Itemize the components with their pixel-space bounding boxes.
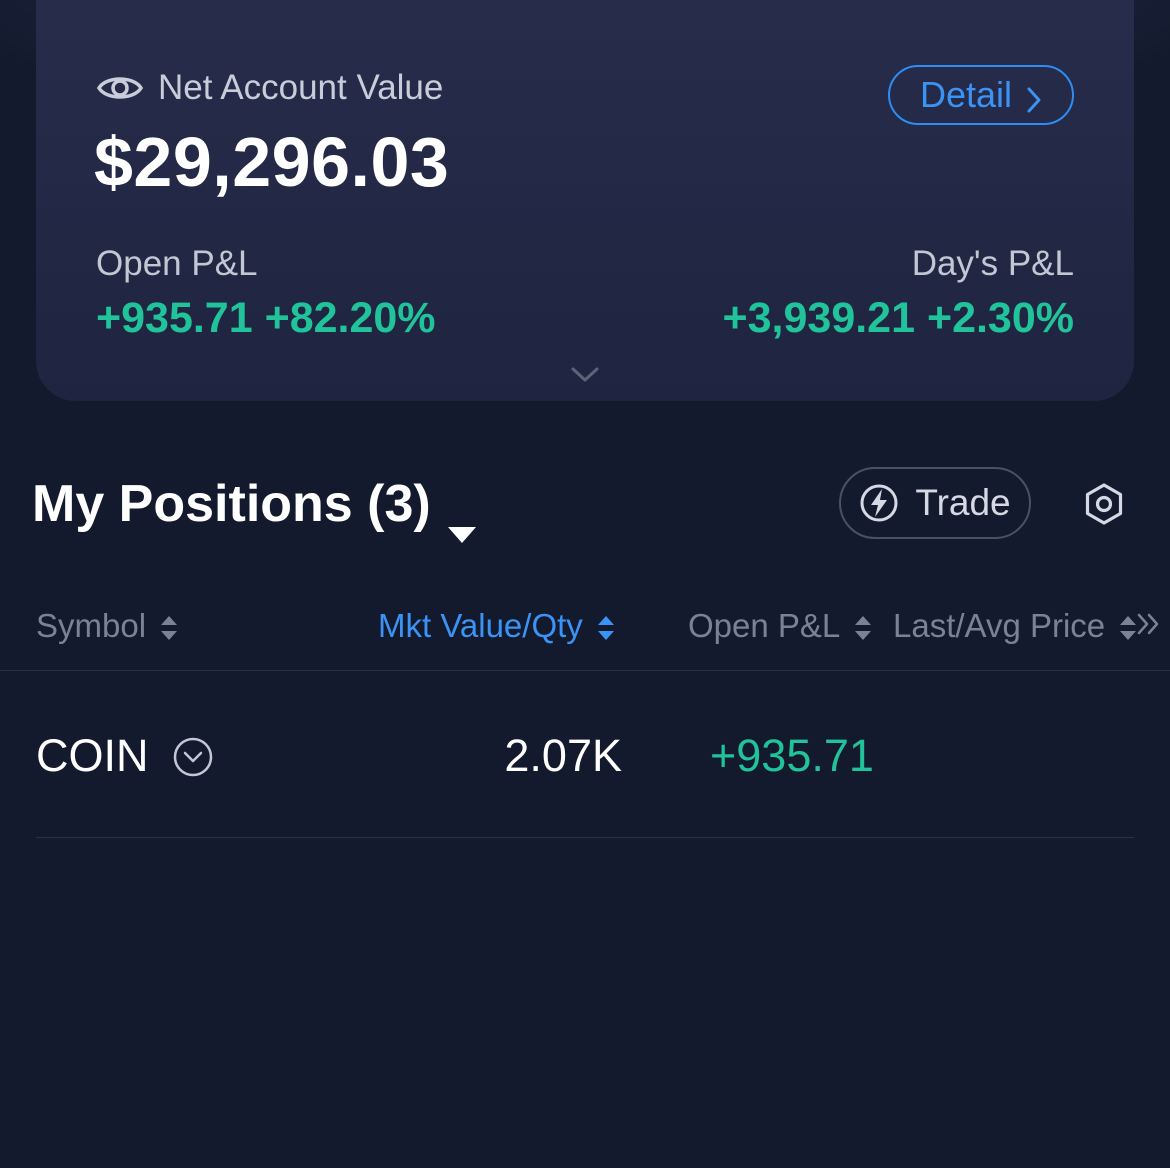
row-mkt-value: 2.07K (504, 730, 622, 781)
column-header-last-avg-price[interactable]: Last/Avg Price (893, 604, 1137, 648)
net-account-value: $29,296.03 (94, 123, 450, 201)
sort-icon (1119, 612, 1137, 640)
row-symbol: COIN (36, 730, 149, 781)
trade-button[interactable]: Trade (839, 467, 1031, 539)
sort-icon (597, 612, 615, 640)
bolt-icon (859, 483, 899, 523)
circle-chevron-down-icon[interactable] (173, 736, 213, 777)
sort-icon (160, 612, 178, 640)
chevron-down-icon[interactable] (570, 366, 600, 384)
column-header-label: Mkt Value/Qty (378, 607, 583, 644)
header-divider (0, 670, 1170, 671)
detail-button-label: Detail (919, 74, 1013, 115)
row-symbol-cell: COIN (36, 730, 213, 782)
double-chevron-right-icon[interactable] (1136, 612, 1162, 636)
column-header-mkt-value[interactable]: Mkt Value/Qty (378, 604, 615, 648)
days-pl-label: Day's P&L (911, 244, 1074, 283)
column-header-label: Open P&L (688, 607, 841, 644)
settings-icon[interactable] (1082, 482, 1126, 526)
detail-button[interactable]: Detail (888, 65, 1074, 125)
positions-title: My Positions (3) (32, 475, 431, 533)
column-header-label: Last/Avg Price (893, 607, 1106, 644)
eye-icon[interactable] (96, 70, 144, 106)
chevron-right-icon (1026, 81, 1042, 113)
sort-icon (854, 612, 872, 640)
net-account-value-label-row: Net Account Value (96, 66, 443, 110)
net-account-value-label: Net Account Value (158, 68, 444, 107)
days-pl-value: +3,939.21 +2.30% (722, 294, 1074, 342)
account-summary-card: Net Account Value $29,296.03 Detail Open… (36, 0, 1134, 401)
open-pl-value: +935.71 +82.20% (96, 294, 436, 342)
column-header-label: Symbol (36, 607, 147, 644)
caret-down-icon (447, 497, 477, 543)
table-row[interactable]: COIN 2.07K +935.71 (36, 672, 1134, 838)
trade-button-label: Trade (915, 482, 1011, 523)
column-header-symbol[interactable]: Symbol (36, 604, 178, 648)
open-pl-label: Open P&L (96, 244, 258, 283)
row-open-pl: +935.71 (710, 730, 874, 781)
column-header-open-pl[interactable]: Open P&L (688, 604, 872, 648)
positions-dropdown[interactable]: My Positions (3) (32, 474, 477, 543)
